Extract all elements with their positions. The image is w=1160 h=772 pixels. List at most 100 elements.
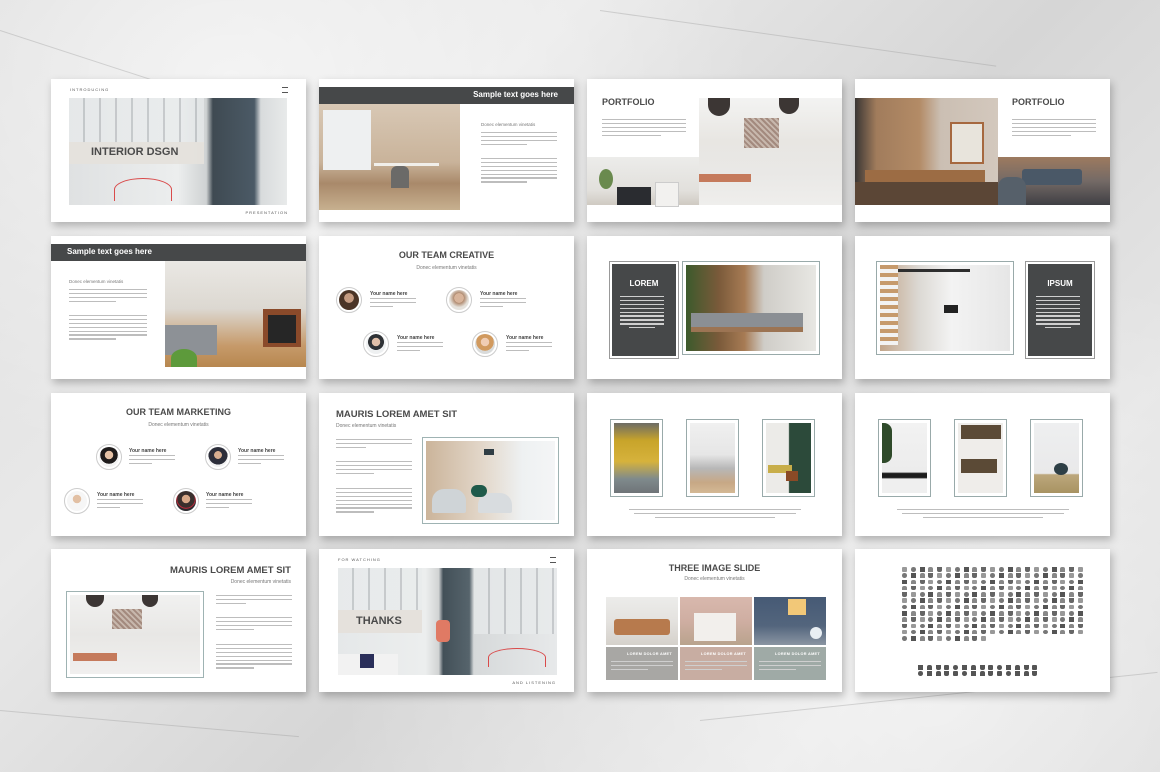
icon-glyph bbox=[1042, 585, 1048, 591]
icon-glyph bbox=[1033, 579, 1039, 585]
icon-glyph bbox=[1042, 604, 1048, 610]
icon-glyph bbox=[937, 604, 943, 610]
icon-glyph bbox=[972, 579, 978, 585]
marble-vein bbox=[599, 10, 997, 67]
icon-glyph bbox=[970, 665, 976, 670]
icon-glyph bbox=[954, 592, 960, 597]
slide-thumbnail-portfolio[interactable]: PORTFOLIO bbox=[587, 79, 842, 222]
icon-glyph bbox=[1060, 598, 1066, 603]
avatar bbox=[64, 488, 90, 514]
framed-photo bbox=[954, 419, 1007, 497]
slide-thumbnail-three-image[interactable]: THREE IMAGE SLIDE Donec elementum vineta… bbox=[587, 549, 842, 692]
icon-glyph bbox=[945, 611, 951, 616]
framed-photo bbox=[876, 261, 1014, 355]
icon-glyph bbox=[919, 579, 925, 585]
member-name: Your name here bbox=[480, 291, 518, 297]
icon-glyph bbox=[954, 598, 960, 603]
icon-glyph bbox=[1051, 629, 1057, 635]
icon-glyph bbox=[954, 573, 960, 578]
icon-glyph bbox=[963, 604, 969, 610]
icon-glyph bbox=[1060, 629, 1066, 635]
body-text bbox=[336, 488, 412, 515]
slide-thumbnail-three-frames[interactable] bbox=[587, 393, 842, 536]
icon-glyph bbox=[972, 617, 978, 622]
icon-glyph bbox=[981, 611, 987, 616]
body-text bbox=[216, 617, 292, 633]
icon-glyph bbox=[989, 598, 995, 603]
bedroom-photo bbox=[680, 597, 752, 645]
slide-thumbnail-ipsum[interactable]: IPSUM bbox=[855, 236, 1110, 379]
icon-glyph bbox=[945, 592, 951, 597]
icon-glyph bbox=[954, 567, 960, 572]
icon-glyph bbox=[963, 617, 969, 622]
icon-glyph bbox=[937, 579, 943, 585]
icon-glyph bbox=[1025, 611, 1031, 616]
icon-glyph bbox=[910, 579, 916, 585]
icon-glyph bbox=[919, 573, 925, 578]
slide-thumbnail-portfolio-2[interactable]: PORTFOLIO bbox=[855, 79, 1110, 222]
icon-glyph bbox=[910, 611, 916, 616]
icon-glyph bbox=[1016, 585, 1022, 591]
slide-thumbnail-cover[interactable]: INTRODUCING INTERIOR DSGN PRESENTATION bbox=[51, 79, 306, 222]
icon-glyph bbox=[1032, 665, 1038, 670]
member-name: Your name here bbox=[238, 448, 276, 454]
avatar bbox=[472, 331, 498, 357]
icon-glyph bbox=[1051, 579, 1057, 585]
icon-glyph bbox=[1042, 573, 1048, 578]
avatar bbox=[446, 287, 472, 313]
icon-glyph bbox=[989, 623, 995, 629]
icon-glyph bbox=[937, 629, 943, 635]
icon-glyph bbox=[1025, 592, 1031, 597]
icon-glyph bbox=[1025, 623, 1031, 629]
icon-glyph bbox=[918, 665, 923, 670]
slide-thumbnail-mauris-2[interactable]: MAURIS LOREM AMET SIT Donec elementum vi… bbox=[51, 549, 306, 692]
slide-thumbnail-three-frames-2[interactable] bbox=[855, 393, 1110, 536]
icon-glyph bbox=[954, 629, 960, 635]
icon-glyph bbox=[954, 604, 960, 610]
body-text bbox=[481, 132, 557, 148]
icon-glyph bbox=[1014, 665, 1020, 670]
slide-thumbnail-lorem[interactable]: LOREM bbox=[587, 236, 842, 379]
header-bar: Sample text goes here bbox=[319, 87, 574, 104]
icon-glyph bbox=[926, 665, 932, 670]
icon-glyph bbox=[902, 623, 907, 629]
icon-glyph bbox=[963, 636, 969, 641]
icon-grid bbox=[902, 567, 1085, 641]
kitchen-photo bbox=[699, 98, 842, 205]
icon-glyph bbox=[981, 623, 987, 629]
slide-title: OUR TEAM CREATIVE bbox=[398, 250, 495, 260]
icon-glyph bbox=[981, 573, 987, 578]
caption-text bbox=[897, 509, 1069, 521]
slide-thumbnail-team-marketing[interactable]: OUR TEAM MARKETING Donec elementum vinet… bbox=[51, 393, 306, 536]
slide-thumbnail-icon-set[interactable] bbox=[855, 549, 1110, 692]
slide-title: MAURIS LOREM AMET SIT bbox=[169, 565, 291, 576]
icon-glyph bbox=[953, 665, 959, 670]
icon-glyph bbox=[1016, 579, 1022, 585]
icon-glyph bbox=[979, 665, 985, 670]
icon-glyph bbox=[1069, 567, 1075, 572]
icon-glyph bbox=[937, 567, 943, 572]
icon-glyph bbox=[1025, 629, 1031, 635]
slide-thumbnail-mauris-1[interactable]: MAURIS LOREM AMET SIT Donec elementum vi… bbox=[319, 393, 574, 536]
icon-glyph bbox=[1042, 623, 1048, 629]
slide-title: OUR TEAM MARKETING bbox=[126, 407, 231, 417]
slide-thumbnail-thanks[interactable]: FOR WATCHING THANKS AND LISTENING bbox=[319, 549, 574, 692]
body-text bbox=[69, 289, 147, 305]
icon-glyph bbox=[1025, 567, 1031, 572]
avatar bbox=[173, 488, 199, 514]
icon-glyph bbox=[998, 598, 1004, 603]
icon-glyph bbox=[1069, 629, 1075, 635]
slide-thumbnail-sample-text-2[interactable]: Sample text goes here Donec elementum vi… bbox=[51, 236, 306, 379]
icon-glyph bbox=[1016, 604, 1022, 610]
icon-glyph bbox=[928, 579, 934, 585]
icon-glyph bbox=[902, 573, 907, 578]
icon-glyph bbox=[989, 592, 995, 597]
avatar bbox=[205, 444, 231, 470]
icon-glyph bbox=[954, 585, 960, 591]
icon-glyph bbox=[989, 617, 995, 622]
slide-thumbnail-sample-text[interactable]: Sample text goes here Donec elementum vi… bbox=[319, 79, 574, 222]
icon-glyph bbox=[954, 579, 960, 585]
icon-glyph bbox=[963, 598, 969, 603]
slide-thumbnail-team-creative[interactable]: OUR TEAM CREATIVE Donec elementum vineta… bbox=[319, 236, 574, 379]
icon-glyph bbox=[1077, 579, 1083, 585]
